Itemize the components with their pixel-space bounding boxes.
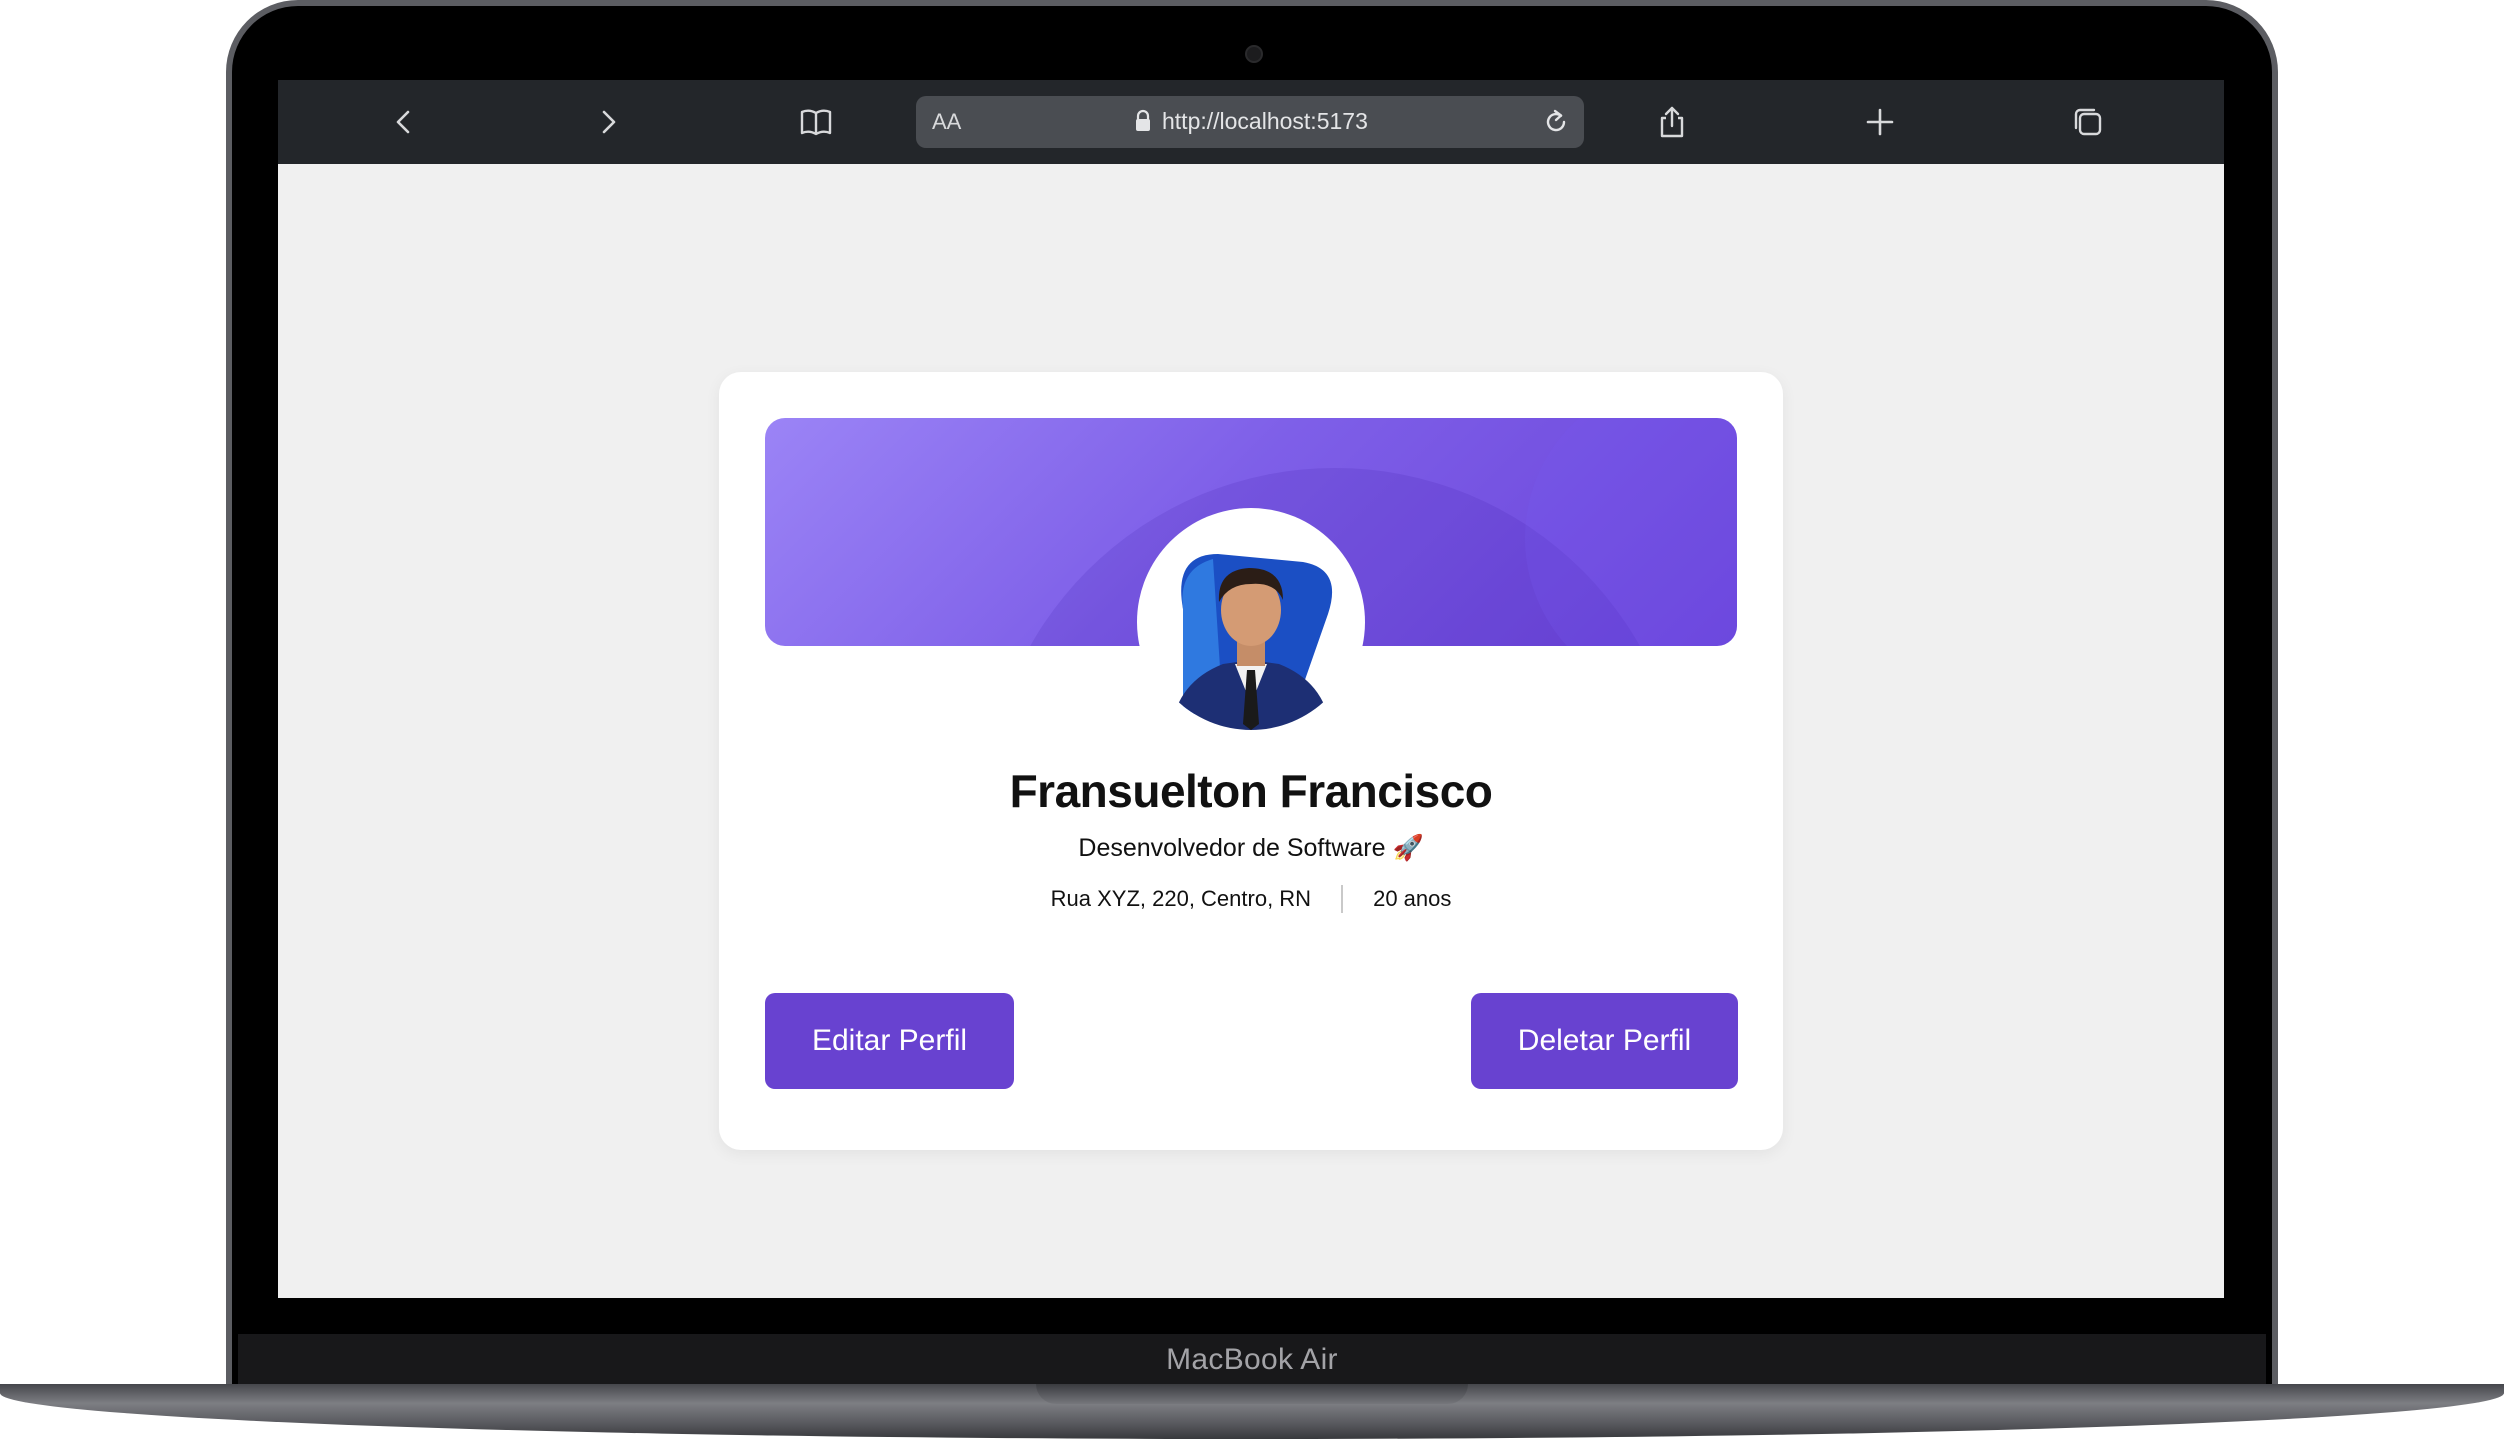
edit-profile-button[interactable]: Editar Perfil <box>765 993 1014 1089</box>
profile-photo <box>1143 514 1359 730</box>
tabs-button[interactable] <box>2058 94 2118 150</box>
tabs-icon <box>2074 108 2102 136</box>
address-bar[interactable]: AA http://localhost:5173 <box>916 96 1584 148</box>
browser-window: AA http://localhost:5173 Fransuelton Fra… <box>278 80 2224 1298</box>
delete-profile-button[interactable]: Deletar Perfil <box>1471 993 1738 1089</box>
banner-decoration <box>1525 418 1737 646</box>
chevron-right-icon <box>602 110 616 134</box>
bookmarks-button[interactable] <box>786 94 846 150</box>
plus-icon <box>1866 108 1894 136</box>
profile-meta: Rua XYZ, 220, Centro, RN 20 anos <box>719 885 1783 913</box>
meta-divider <box>1341 885 1344 913</box>
lock-icon <box>1136 109 1150 131</box>
profile-address: Rua XYZ, 220, Centro, RN <box>1050 886 1312 911</box>
url-text: http://localhost:5173 <box>1162 108 1368 134</box>
new-tab-button[interactable] <box>1850 94 1910 150</box>
share-button[interactable] <box>1642 94 1702 150</box>
browser-toolbar: AA http://localhost:5173 <box>278 80 2224 164</box>
device-label: MacBook Air <box>1166 1343 1338 1376</box>
profile-age: 20 anos <box>1373 886 1452 911</box>
avatar-frame <box>1137 508 1365 736</box>
camera-icon <box>1245 45 1263 63</box>
text-size-button[interactable]: AA <box>932 109 961 135</box>
reload-icon[interactable] <box>1540 106 1572 138</box>
laptop-hinge-notch <box>1036 1384 1468 1404</box>
profile-role: Desenvolvedor de Software 🚀 <box>1078 834 1424 862</box>
avatar <box>1143 514 1359 730</box>
share-icon <box>1660 106 1684 138</box>
profile-name: Fransuelton Francisco <box>1009 765 1493 817</box>
back-button[interactable] <box>374 94 434 150</box>
forward-button[interactable] <box>578 94 638 150</box>
book-icon <box>800 109 832 136</box>
chevron-left-icon <box>396 110 410 134</box>
